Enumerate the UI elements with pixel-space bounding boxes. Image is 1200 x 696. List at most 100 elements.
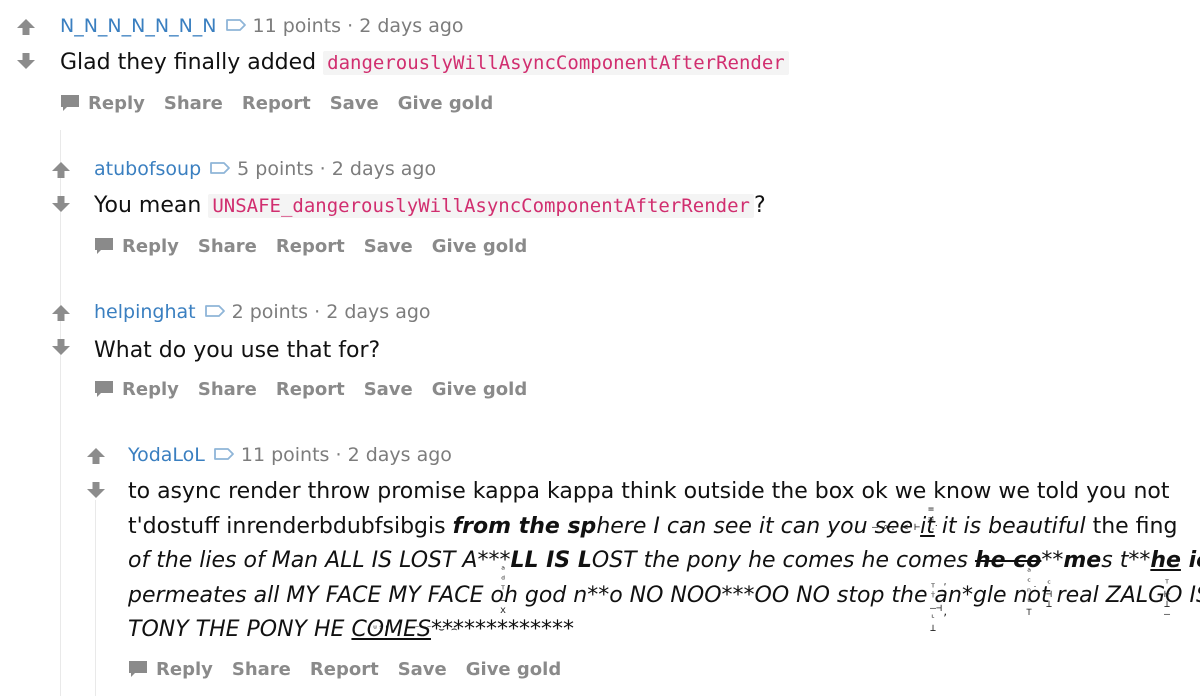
meta-separator: ·	[335, 444, 342, 466]
author-link[interactable]: atubofsoup	[94, 158, 201, 180]
body-line: TONY THE PONY HE COMES*************	[128, 613, 1200, 648]
comment-actions: Reply Share Report Save Give gold	[60, 92, 493, 116]
body-text-segment: TONY THE PONY HE	[128, 617, 352, 642]
share-button[interactable]: Share	[164, 93, 223, 114]
body-text-segment: s t**	[1101, 548, 1151, 573]
comment-body-zalgo: to async render throw promise kappa kapp…	[128, 475, 1200, 648]
body-text-segment: LL IS L	[510, 548, 592, 573]
report-button[interactable]: Report	[276, 379, 345, 400]
reply-button[interactable]: Reply	[122, 379, 179, 400]
comment-bubble-icon	[95, 238, 113, 254]
vote-controls	[16, 17, 36, 71]
inline-code: dangerouslyWillAsyncComponentAfterRender	[323, 51, 789, 75]
comment-body: You mean UNSAFE_dangerouslyWillAsyncComp…	[94, 189, 766, 223]
comment-actions: Reply Share Report Save Give gold	[128, 658, 561, 682]
reply-button[interactable]: Reply	[88, 93, 145, 114]
downvote-arrow-icon[interactable]	[86, 480, 106, 500]
save-button[interactable]: Save	[364, 379, 413, 400]
report-button[interactable]: Report	[242, 93, 311, 114]
tag-icon	[213, 448, 234, 460]
timestamp: 2 days ago	[326, 301, 431, 323]
upvote-arrow-icon[interactable]	[86, 446, 106, 466]
timestamp: 2 days ago	[347, 444, 452, 466]
points-count: 5 points	[237, 158, 314, 180]
body-line: permeates all MY FACE MY FACE oh god n**…	[128, 579, 1200, 614]
upvote-arrow-icon[interactable]	[51, 160, 71, 180]
comment-bubble-icon	[129, 661, 147, 677]
downvote-arrow-icon[interactable]	[51, 194, 71, 214]
body-text-segment: of the lies of Man ALL IS LOST A***	[128, 548, 511, 573]
meta-separator: ·	[347, 15, 354, 37]
comment-bubble-icon	[61, 95, 79, 111]
upvote-arrow-icon[interactable]	[16, 17, 36, 37]
report-button[interactable]: Report	[310, 659, 379, 680]
body-text-segment: to async render throw promise kappa kapp…	[128, 479, 1170, 504]
body-text-segment: the fing	[1085, 513, 1178, 539]
body-line: of the lies of Man ALL IS LOST A***LL IS…	[128, 544, 1200, 579]
give-gold-button[interactable]: Give gold	[432, 379, 527, 400]
comment-meta: N_N_N_N_N_N_N 11 points · 2 days ago	[60, 14, 464, 38]
meta-separator: ·	[314, 301, 321, 323]
meta-separator: ·	[319, 158, 326, 180]
author-link[interactable]: YodaLoL	[128, 444, 205, 466]
tag-icon	[204, 305, 225, 317]
reply-button[interactable]: Reply	[156, 659, 213, 680]
share-button[interactable]: Share	[232, 659, 291, 680]
tag-icon	[225, 19, 246, 31]
zalgo-noise-decoration: ᵀ ʹ ᵀ̇ –⊣ ᶫ ʼ ⊥	[930, 583, 949, 634]
report-button[interactable]: Report	[276, 236, 345, 257]
comment-meta: YodaLoL 11 points · 2 days ago	[128, 443, 452, 467]
body-line: t'dostuff inrenderbdubfsibgis from the s…	[128, 510, 1200, 545]
save-button[interactable]: Save	[330, 93, 379, 114]
timestamp: 2 days ago	[331, 158, 437, 180]
save-button[interactable]: Save	[398, 659, 447, 680]
upvote-arrow-icon[interactable]	[51, 303, 71, 323]
author-link[interactable]: N_N_N_N_N_N_N	[60, 15, 217, 37]
downvote-arrow-icon[interactable]	[51, 337, 71, 357]
vote-controls	[51, 160, 71, 214]
body-text: You mean	[94, 193, 202, 218]
body-text-segment: it is beautiful	[934, 513, 1086, 539]
body-text-segment: **	[1041, 548, 1064, 573]
give-gold-button[interactable]: Give gold	[398, 93, 493, 114]
comment-actions: Reply Share Report Save Give gold	[94, 378, 527, 402]
points-count: 11 points	[240, 444, 330, 466]
inline-code: UNSAFE_dangerouslyWillAsyncComponentAfte…	[208, 194, 754, 218]
reply-button[interactable]: Reply	[122, 236, 179, 257]
points-count: 2 points	[231, 301, 309, 323]
tag-icon	[210, 162, 231, 174]
comment-body: What do you use that for?	[94, 334, 380, 368]
author-link[interactable]: helpinghat	[94, 301, 196, 323]
body-text-segment: from the sp	[452, 513, 597, 539]
body-text-segment: me	[1063, 548, 1102, 573]
points-count: 11 points	[252, 15, 342, 37]
comment-meta: helpinghat 2 points · 2 days ago	[94, 300, 431, 324]
zalgo-noise-decoration: = ≠ ⋰	[928, 504, 938, 535]
body-text-segment: ich	[1188, 548, 1200, 573]
thread-line-level-2	[95, 500, 96, 696]
body-text-segment: OST the pony he comes he comes	[591, 548, 975, 573]
body-line: to async render throw promise kappa kapp…	[128, 475, 1200, 510]
give-gold-button[interactable]: Give gold	[466, 659, 561, 680]
thread-line-level-1	[60, 130, 61, 696]
body-text: What do you use that for?	[94, 338, 381, 363]
share-button[interactable]: Share	[198, 379, 257, 400]
comment-bubble-icon	[95, 381, 113, 397]
vote-controls	[86, 446, 106, 500]
zalgo-noise-decoration: ᵃ ᵈ ᵀ – x	[500, 565, 507, 616]
zalgo-noise-decoration: ᵀ ⊢ ⊥ –	[1164, 579, 1171, 620]
save-button[interactable]: Save	[364, 236, 413, 257]
body-text-segment: oh god n**o NO NOO***OO NO stop the an*g…	[490, 582, 1200, 608]
timestamp: 2 days ago	[359, 15, 464, 37]
zalgo-noise-decoration: ᵘˢʳ ⁻ ⁻ ⌣ ⌢	[372, 624, 458, 635]
zalgo-noise-decoration: ᶜ ⊣ ⊥	[1046, 579, 1053, 610]
body-text: Glad they finally added	[60, 50, 317, 75]
body-text-segment: he	[1150, 548, 1181, 573]
give-gold-button[interactable]: Give gold	[432, 236, 527, 257]
body-text-segment: t'dostuff inrenderbdubfsibgis	[128, 513, 453, 539]
downvote-arrow-icon[interactable]	[16, 51, 36, 71]
body-text-segment: permeates all MY FACE MY FACE	[128, 582, 491, 608]
comment-body: Glad they finally added dangerouslyWillA…	[60, 46, 789, 80]
share-button[interactable]: Share	[198, 236, 257, 257]
body-text-suffix: ?	[753, 193, 766, 218]
